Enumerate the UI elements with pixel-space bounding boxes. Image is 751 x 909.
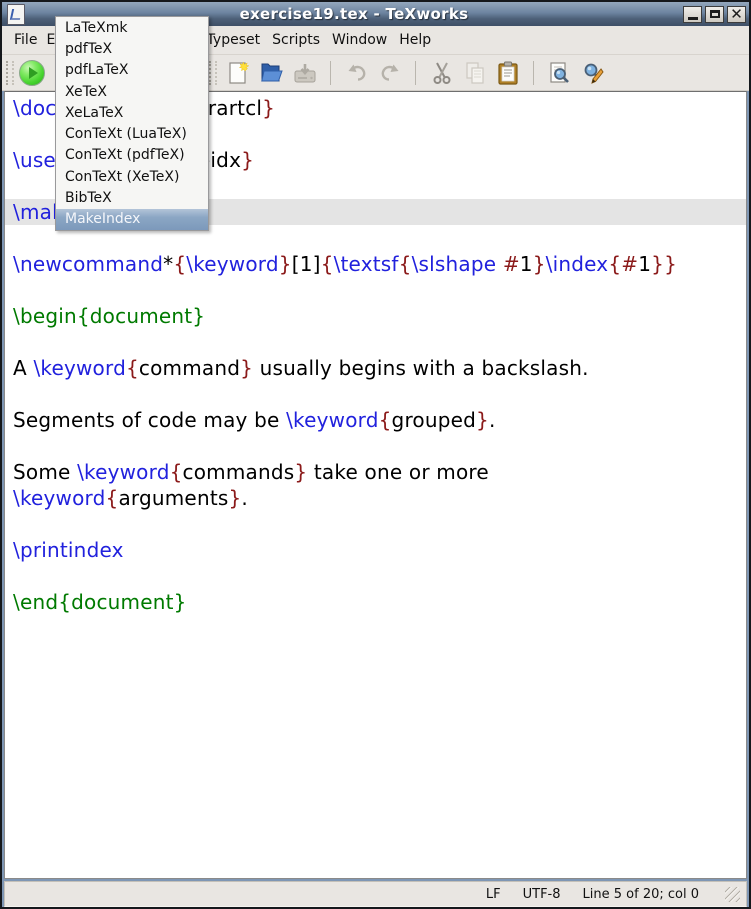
menu-help[interactable]: Help xyxy=(393,29,437,51)
typeset-option-makeindex[interactable]: MakeIndex xyxy=(56,209,208,230)
undo-icon xyxy=(344,60,370,86)
editor-line-7[interactable]: \newcommand*{\keyword}[1]{\textsf{\slsha… xyxy=(5,251,746,277)
maximize-icon xyxy=(710,10,720,18)
typeset-option-xelatex[interactable]: XeLaTeX xyxy=(56,102,208,123)
typeset-option-context-luatex[interactable]: ConTeXt (LuaTeX) xyxy=(56,123,208,144)
find-replace-icon xyxy=(580,60,606,86)
typeset-engine-dropdown: LaTeXmkpdfTeXpdfLaTeXXeTeXXeLaTeXConTeXt… xyxy=(55,16,209,231)
close-icon: ✕ xyxy=(730,7,743,22)
editor-line-17[interactable] xyxy=(5,511,746,537)
editor-line-15[interactable]: Some \keyword{commands} take one or more xyxy=(5,459,746,485)
typeset-option-context-pdftex[interactable]: ConTeXt (pdfTeX) xyxy=(56,145,208,166)
editor-line-10[interactable] xyxy=(5,329,746,355)
status-bar: LF UTF-8 Line 5 of 20; col 0 xyxy=(4,881,747,907)
cut-button[interactable] xyxy=(428,59,455,86)
typeset-run-button[interactable] xyxy=(18,59,45,86)
editor-line-13[interactable]: Segments of code may be \keyword{grouped… xyxy=(5,407,746,433)
editor-line-16[interactable]: \keyword{arguments}. xyxy=(5,485,746,511)
texworks-window: exercise19.tex - TeXworks ✕ FileEditType… xyxy=(0,0,751,909)
window-controls: ✕ xyxy=(683,6,746,23)
toolbar-separator xyxy=(415,61,416,85)
new-document-icon xyxy=(226,60,252,86)
resize-grip[interactable] xyxy=(725,887,740,902)
redo-button[interactable] xyxy=(376,59,403,86)
editor-line-14[interactable] xyxy=(5,433,746,459)
menu-window[interactable]: Window xyxy=(326,29,393,51)
cursor-position-indicator: Line 5 of 20; col 0 xyxy=(583,887,699,902)
close-button[interactable]: ✕ xyxy=(727,6,746,23)
encoding-indicator: UTF-8 xyxy=(523,887,561,902)
paste-button[interactable] xyxy=(494,59,521,86)
editor-line-12[interactable] xyxy=(5,381,746,407)
copy-button[interactable] xyxy=(461,59,488,86)
menu-typeset[interactable]: Typeset xyxy=(201,29,267,51)
line-ending-indicator: LF xyxy=(486,887,501,902)
typeset-option-latexmk[interactable]: LaTeXmk xyxy=(56,17,208,38)
undo-button[interactable] xyxy=(343,59,370,86)
editor-line-9[interactable]: \begin{document} xyxy=(5,303,746,329)
editor-line-20[interactable]: \end{document} xyxy=(5,589,746,615)
cut-scissors-icon xyxy=(429,60,455,86)
find-icon xyxy=(547,60,573,86)
typeset-toolbar-group xyxy=(18,59,45,86)
editor-line-18[interactable]: \printindex xyxy=(5,537,746,563)
maximize-button[interactable] xyxy=(705,6,724,23)
new-document-button[interactable] xyxy=(225,59,252,86)
minimize-icon xyxy=(688,17,698,20)
app-icon xyxy=(7,4,25,25)
editor-line-8[interactable] xyxy=(5,277,746,303)
open-document-button[interactable] xyxy=(258,59,285,86)
typeset-option-bibtex[interactable]: BibTeX xyxy=(56,187,208,208)
toolbar-handle[interactable] xyxy=(6,61,14,85)
toolbar-separator xyxy=(533,61,534,85)
find-replace-button[interactable] xyxy=(579,59,606,86)
minimize-button[interactable] xyxy=(683,6,702,23)
menu-file[interactable]: File xyxy=(8,29,43,51)
editor-line-19[interactable] xyxy=(5,563,746,589)
redo-icon xyxy=(377,60,403,86)
typeset-option-xetex[interactable]: XeTeX xyxy=(56,81,208,102)
open-folder-icon xyxy=(259,60,285,86)
toolbar-separator xyxy=(330,61,331,85)
editor-line-11[interactable]: A \keyword{command} usually begins with … xyxy=(5,355,746,381)
save-icon xyxy=(292,60,318,86)
find-button[interactable] xyxy=(546,59,573,86)
menu-scripts[interactable]: Scripts xyxy=(266,29,326,51)
typeset-option-context-xetex[interactable]: ConTeXt (XeTeX) xyxy=(56,166,208,187)
paste-clipboard-icon xyxy=(495,60,521,86)
typeset-option-pdflatex[interactable]: pdfLaTeX xyxy=(56,60,208,81)
edit-toolbar-group xyxy=(205,59,606,86)
copy-icon xyxy=(462,60,488,86)
play-icon xyxy=(19,60,45,86)
typeset-option-pdftex[interactable]: pdfTeX xyxy=(56,38,208,59)
toolbar-handle[interactable] xyxy=(209,61,217,85)
save-document-button[interactable] xyxy=(291,59,318,86)
